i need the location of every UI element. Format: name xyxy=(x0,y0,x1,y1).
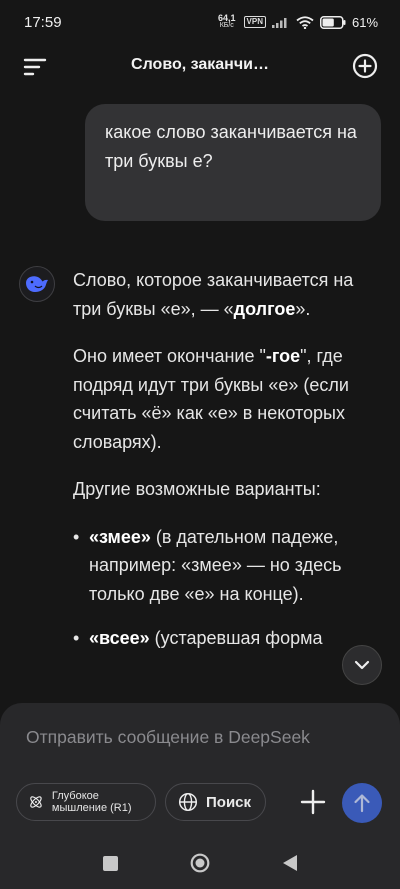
assistant-message: Слово, которое заканчивается на три букв… xyxy=(73,266,385,669)
plus-icon xyxy=(300,789,326,815)
attach-button[interactable] xyxy=(300,789,326,815)
recent-apps-button[interactable] xyxy=(103,856,118,871)
answer-paragraph-2: Оно имеет окончание "-гое", где подряд и… xyxy=(73,342,385,456)
scroll-down-button[interactable] xyxy=(342,645,382,685)
status-icons: 64,1 КБ/с VPN 61% xyxy=(218,14,378,30)
user-message-bubble[interactable]: какое слово заканчивается на три буквы е… xyxy=(85,104,381,221)
list-item: «змее» (в дательном падеже, например: «з… xyxy=(73,523,385,609)
chevron-down-icon xyxy=(354,660,370,670)
answer-paragraph-3: Другие возможные варианты: xyxy=(73,479,321,499)
status-bar: 17:59 64,1 КБ/с VPN 61% xyxy=(0,0,400,44)
list-item: «всее» (устаревшая форма xyxy=(73,624,385,653)
wifi-icon xyxy=(296,15,314,29)
chat-header: Слово, заканчи… xyxy=(0,44,400,88)
new-chat-button[interactable] xyxy=(352,53,378,79)
system-nav-bar xyxy=(0,843,400,889)
search-label: Поиск xyxy=(206,793,252,811)
list-item-text: (устаревшая форма xyxy=(149,628,323,648)
deep-think-toggle[interactable]: Глубокое мышление (R1) xyxy=(16,783,156,821)
send-button[interactable] xyxy=(342,783,382,823)
list-item-bold: «змее» xyxy=(89,526,151,547)
message-input[interactable]: Отправить сообщение в DeepSeek xyxy=(26,727,310,748)
network-speed-unit: КБ/с xyxy=(219,22,234,29)
globe-icon xyxy=(178,792,198,812)
battery-icon xyxy=(319,15,346,29)
answer-p2-bold: -гое xyxy=(265,346,301,366)
vpn-badge: VPN xyxy=(243,16,266,28)
answer-p1-text: Слово, которое заканчивается на три букв… xyxy=(73,270,354,319)
deep-think-label: Глубокое мышление (R1) xyxy=(51,790,132,814)
atom-icon xyxy=(30,796,42,808)
battery-percent: 61% xyxy=(351,14,378,30)
back-button[interactable] xyxy=(282,854,298,872)
user-message-text: какое слово заканчивается на три буквы е… xyxy=(105,122,357,171)
answer-bullet-list: «змее» (в дательном падеже, например: «з… xyxy=(73,523,385,653)
deepseek-whale-icon xyxy=(26,276,48,292)
assistant-avatar xyxy=(19,266,55,302)
answer-p1-bold: долгое xyxy=(233,298,296,319)
answer-paragraph-1: Слово, которое заканчивается на три букв… xyxy=(73,266,385,323)
chat-title: Слово, заканчи… xyxy=(131,56,269,73)
network-speed-value: 64,1 xyxy=(217,13,236,23)
search-toggle[interactable]: Поиск xyxy=(165,783,266,821)
home-button[interactable] xyxy=(190,853,210,873)
status-time: 17:59 xyxy=(24,13,62,31)
arrow-up-icon xyxy=(354,794,370,813)
answer-p2-start: Оно имеет окончание " xyxy=(73,346,266,366)
signal-icon xyxy=(271,18,287,28)
list-item-bold: «всее» xyxy=(89,628,150,648)
composer: Отправить сообщение в DeepSeek Глубокое … xyxy=(0,703,400,843)
answer-p1-end: ». xyxy=(295,298,311,319)
network-speed: 64,1 КБ/с xyxy=(218,14,236,30)
new-chat-icon xyxy=(352,53,378,79)
battery-percent-value: 61 xyxy=(351,14,367,30)
